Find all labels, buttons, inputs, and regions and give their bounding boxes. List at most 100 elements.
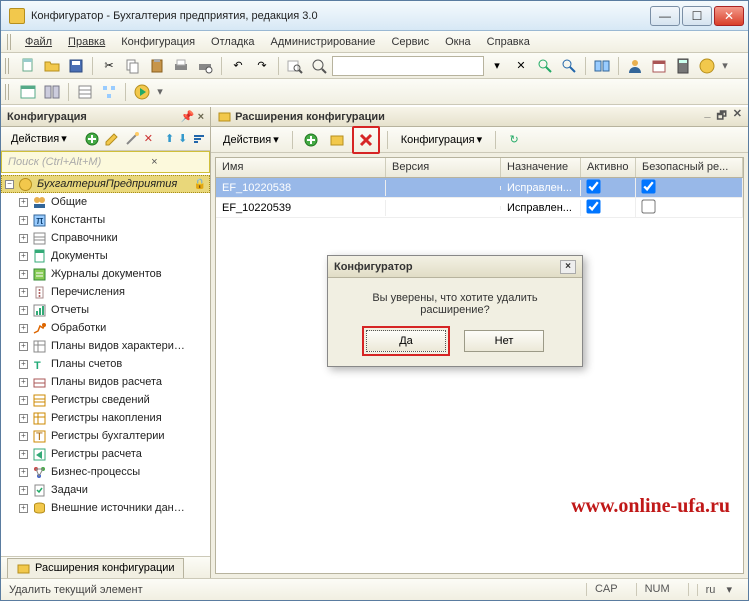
tree-item[interactable]: +Регистры сведений (1, 391, 210, 409)
tree-item[interactable]: +Журналы документов (1, 265, 210, 283)
cut-icon[interactable]: ✂ (98, 55, 120, 77)
help-icon[interactable] (696, 55, 718, 77)
expand-icon[interactable]: + (19, 396, 28, 405)
expand-icon[interactable]: + (19, 306, 28, 315)
tree-item[interactable]: +Внешние источники дан… (1, 499, 210, 517)
sort-icon[interactable] (190, 128, 208, 150)
dropdown-icon[interactable]: ▾ (720, 59, 730, 72)
tree-item[interactable]: +Документы (1, 247, 210, 265)
tree-item[interactable]: +Планы видов характери… (1, 337, 210, 355)
search-input[interactable] (332, 56, 484, 76)
wand-icon[interactable] (123, 128, 141, 150)
tree-item[interactable]: +πКонстанты (1, 211, 210, 229)
paste-icon[interactable] (146, 55, 168, 77)
cell-safe[interactable] (636, 198, 743, 218)
col-name[interactable]: Имя (216, 158, 386, 177)
menu-file[interactable]: Файл (17, 34, 60, 50)
close-icon[interactable]: × (560, 260, 576, 274)
col-active[interactable]: Активно (581, 158, 636, 177)
dropdown-icon[interactable]: ▾ (155, 85, 165, 98)
tree-item[interactable]: +Отчеты (1, 301, 210, 319)
tree-icon[interactable] (98, 81, 120, 103)
search-dropdown-icon[interactable]: ▾ (486, 55, 508, 77)
maximize-icon[interactable]: 🗗 (716, 107, 726, 126)
add-icon[interactable] (83, 128, 101, 150)
col-version[interactable]: Версия (386, 158, 501, 177)
user-icon[interactable] (624, 55, 646, 77)
tab-extensions[interactable]: Расширения конфигурации (7, 558, 184, 578)
pin-icon[interactable]: 📌 × (181, 110, 204, 123)
print-preview-icon[interactable] (194, 55, 216, 77)
new-doc-icon[interactable] (17, 55, 39, 77)
tree-item[interactable]: +Планы видов расчета (1, 373, 210, 391)
menu-debug[interactable]: Отладка (203, 34, 262, 50)
yes-button[interactable]: Да (366, 330, 446, 352)
expand-icon[interactable]: + (19, 504, 28, 513)
expand-icon[interactable]: + (19, 234, 28, 243)
expand-icon[interactable]: + (19, 468, 28, 477)
grid-icon[interactable] (74, 81, 96, 103)
clear-search-icon[interactable]: ✕ (510, 55, 532, 77)
expand-icon[interactable]: + (19, 450, 28, 459)
tree-item[interactable]: +Справочники (1, 229, 210, 247)
add-icon[interactable] (300, 129, 322, 151)
cell-active[interactable] (581, 198, 636, 218)
delete-icon[interactable] (355, 129, 377, 151)
tree-item[interactable]: +Перечисления (1, 283, 210, 301)
zoom-icon[interactable] (308, 55, 330, 77)
compare-icon[interactable] (591, 55, 613, 77)
run-icon[interactable] (131, 81, 153, 103)
col-purpose[interactable]: Назначение (501, 158, 581, 177)
edit-icon[interactable] (103, 128, 121, 150)
tree-item[interactable]: +Задачи (1, 481, 210, 499)
expand-icon[interactable]: + (19, 252, 28, 261)
open-icon[interactable] (41, 55, 63, 77)
layout-icon[interactable] (41, 81, 63, 103)
tree-item[interactable]: +Общие (1, 193, 210, 211)
minimize-icon[interactable]: _ (704, 107, 710, 126)
expand-icon[interactable]: + (19, 288, 28, 297)
expand-icon[interactable]: + (19, 324, 28, 333)
expand-icon[interactable]: + (19, 432, 28, 441)
cell-active[interactable] (581, 178, 636, 198)
expand-icon[interactable]: + (19, 414, 28, 423)
clear-icon[interactable]: × (106, 154, 204, 170)
collapse-icon[interactable]: − (5, 180, 14, 189)
calculator-icon[interactable] (672, 55, 694, 77)
expand-icon[interactable]: + (19, 216, 28, 225)
expand-icon[interactable]: + (19, 342, 28, 351)
config-menu[interactable]: Конфигурация ▾ (395, 131, 488, 148)
tree-item[interactable]: +ТРегистры бухгалтерии (1, 427, 210, 445)
down-icon[interactable]: ⬇ (177, 128, 188, 150)
menu-help[interactable]: Справка (479, 34, 538, 50)
col-safe[interactable]: Безопасный ре... (636, 158, 743, 177)
expand-icon[interactable]: + (19, 486, 28, 495)
undo-icon[interactable]: ↶ (227, 55, 249, 77)
redo-icon[interactable]: ↷ (251, 55, 273, 77)
tree-search-input[interactable]: Поиск (Ctrl+Alt+M) × (1, 151, 210, 173)
actions-menu[interactable]: Действия ▾ (217, 131, 285, 148)
expand-icon[interactable]: + (19, 198, 28, 207)
find-icon[interactable] (284, 55, 306, 77)
cell-safe[interactable] (636, 178, 743, 198)
table-row[interactable]: EF_10220538Исправлен... (216, 178, 743, 198)
calendar-icon[interactable] (648, 55, 670, 77)
close-button[interactable]: ✕ (714, 6, 744, 26)
print-icon[interactable] (170, 55, 192, 77)
menu-admin[interactable]: Администрирование (263, 34, 384, 50)
tree-item[interactable]: +Бизнес-процессы (1, 463, 210, 481)
panel-icon[interactable] (17, 81, 39, 103)
table-row[interactable]: EF_10220539Исправлен... (216, 198, 743, 218)
expand-icon[interactable]: + (19, 270, 28, 279)
menu-edit[interactable]: Правка (60, 34, 113, 50)
minimize-button[interactable]: — (650, 6, 680, 26)
no-button[interactable]: Нет (464, 330, 544, 352)
copy-icon[interactable] (122, 55, 144, 77)
config-tree[interactable]: − БухгалтерияПредприятия 🔒 +Общие+πКонст… (1, 173, 210, 556)
expand-icon[interactable]: + (19, 378, 28, 387)
open-extension-icon[interactable] (326, 129, 348, 151)
tree-item[interactable]: +Регистры расчета (1, 445, 210, 463)
tree-root[interactable]: − БухгалтерияПредприятия 🔒 (1, 175, 210, 193)
maximize-button[interactable]: ☐ (682, 6, 712, 26)
up-icon[interactable]: ⬆ (164, 128, 175, 150)
